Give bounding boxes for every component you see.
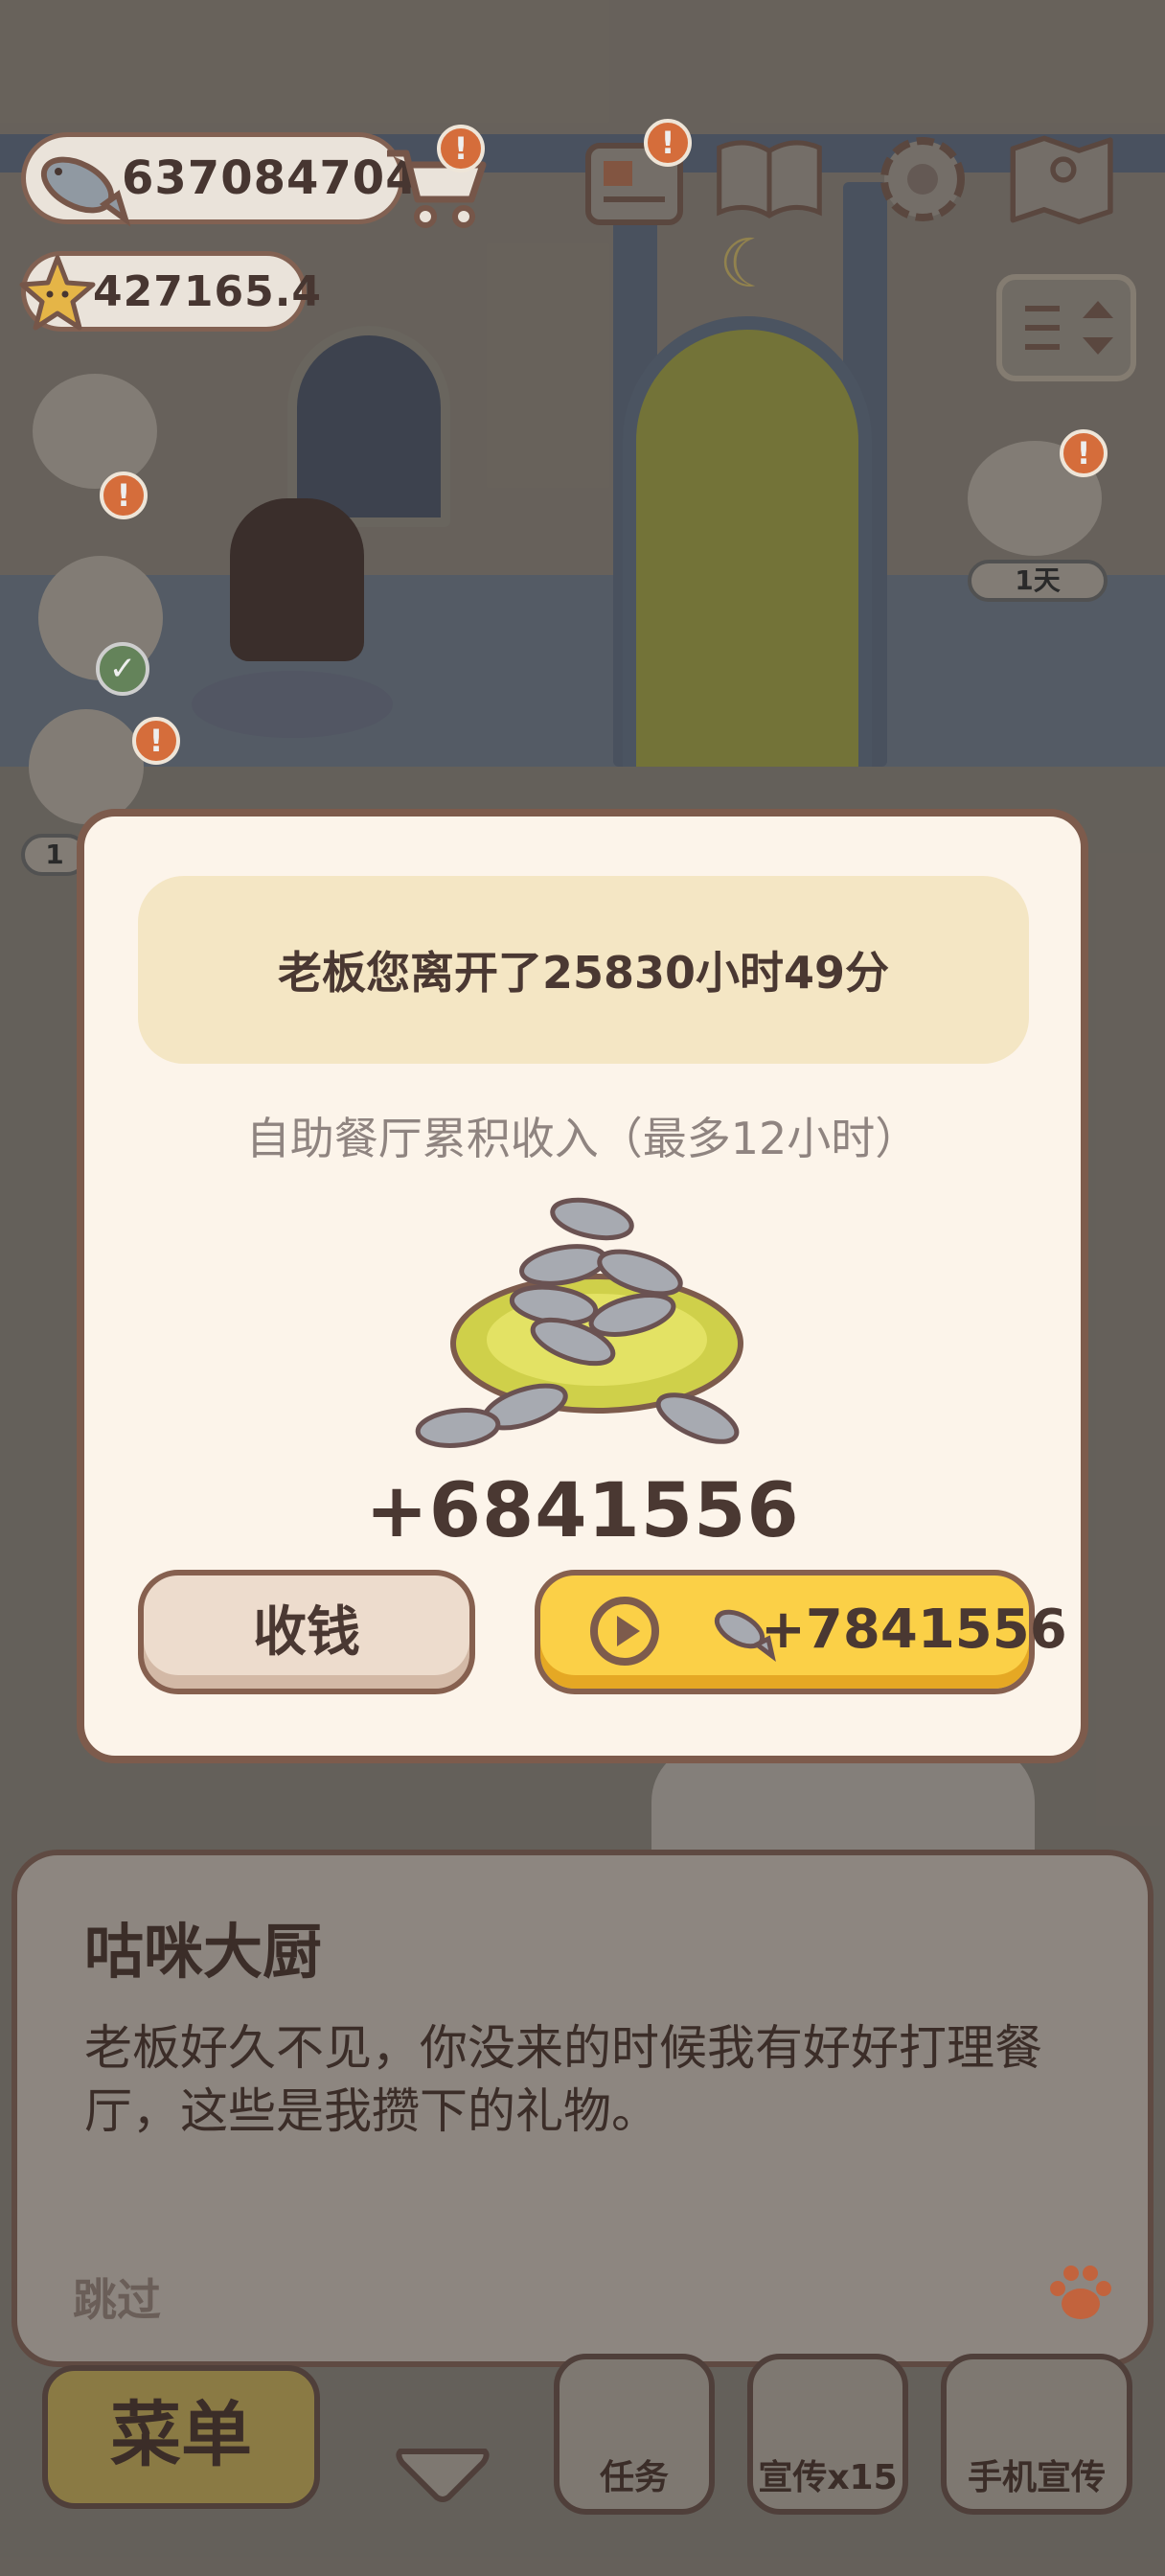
menu-button-label: 菜单 bbox=[110, 2394, 252, 2476]
menu-button[interactable]: 菜单 bbox=[42, 2365, 320, 2509]
play-icon bbox=[590, 1597, 659, 1666]
earned-amount: +6841556 bbox=[365, 1468, 800, 1554]
collect-button-label: 收钱 bbox=[253, 1600, 360, 1664]
watch-ad-bonus-button[interactable]: +7841556 bbox=[535, 1570, 1067, 1694]
away-time-banner: 老板您离开了25830小时49分 bbox=[138, 876, 1029, 1064]
chevron-down-icon[interactable] bbox=[393, 2442, 492, 2505]
collect-button[interactable]: 收钱 bbox=[138, 1570, 475, 1694]
ad-reward-amount: +7841556 bbox=[761, 1598, 1067, 1661]
paw-icon bbox=[1050, 2266, 1111, 2319]
speech-box[interactable]: 咕咪大厨 老板好久不见，你没来的时候我有好好打理餐厅，这些是我攒下的礼物。 跳过 bbox=[11, 1850, 1154, 2367]
offline-earnings-dialog: 老板您离开了25830小时49分 自助餐厅累积收入（最多12小时） +68415… bbox=[77, 809, 1088, 1763]
speaker-name: 咕咪大厨 bbox=[84, 1917, 323, 1987]
away-time-text: 老板您离开了25830小时49分 bbox=[277, 947, 890, 999]
tasks-button-label: 任务 bbox=[599, 2458, 669, 2497]
promo-button-label: 宣传x15 bbox=[758, 2458, 898, 2497]
phone-promo-button[interactable]: 手机宣传 bbox=[941, 2354, 1132, 2515]
skip-button[interactable]: 跳过 bbox=[73, 2266, 161, 2329]
promo-button[interactable]: 宣传x15 bbox=[747, 2354, 908, 2515]
fish-plate-icon bbox=[415, 1197, 743, 1448]
speech-text: 老板好久不见，你没来的时候我有好好打理餐厅，这些是我攒下的礼物。 bbox=[84, 2020, 1042, 2139]
tasks-button[interactable]: 任务 bbox=[554, 2354, 715, 2515]
phone-promo-button-label: 手机宣传 bbox=[967, 2458, 1106, 2497]
earnings-subtitle: 自助餐厅累积收入（最多12小时） bbox=[245, 1113, 920, 1164]
